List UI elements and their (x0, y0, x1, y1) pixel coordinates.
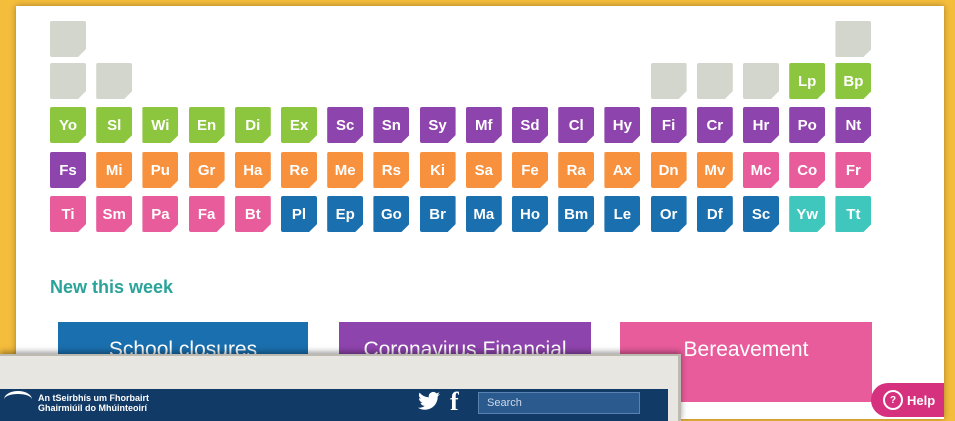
tile-cl[interactable]: Cl (558, 107, 595, 143)
tile-or[interactable]: Or (650, 196, 687, 232)
tile-sl[interactable]: Sl (96, 107, 133, 143)
tile-re[interactable]: Re (281, 152, 317, 188)
tile-lp[interactable]: Lp (789, 63, 826, 99)
facebook-icon[interactable]: f (450, 389, 459, 415)
tile-fe[interactable]: Fe (512, 152, 548, 188)
tile-yw[interactable]: Yw (789, 196, 826, 232)
logo-line-1: An tSeirbhís um Fhorbairt (38, 393, 150, 403)
tile-en[interactable]: En (188, 107, 225, 143)
tile-sn[interactable]: Sn (373, 107, 410, 143)
tile-rs[interactable]: Rs (373, 152, 410, 188)
tile-wi[interactable]: Wi (142, 107, 179, 143)
tile-blank (696, 63, 733, 99)
tile-sm[interactable]: Sm (96, 196, 133, 232)
popup-window: An tSeirbhís um Fhorbairt Ghairmiúil do … (0, 354, 681, 421)
tile-fs[interactable]: Fs (50, 152, 86, 188)
tile-tt[interactable]: Tt (835, 196, 872, 232)
logo-text: An tSeirbhís um Fhorbairt Ghairmiúil do … (38, 393, 149, 413)
tile-mf[interactable]: Mf (465, 107, 502, 143)
tile-pa[interactable]: Pa (142, 196, 179, 232)
tile-sc[interactable]: Sc (743, 196, 779, 232)
tile-pu[interactable]: Pu (142, 152, 179, 188)
tile-ex[interactable]: Ex (281, 107, 317, 143)
help-label: Help (907, 392, 936, 408)
twitter-icon[interactable] (418, 391, 440, 411)
tile-mv[interactable]: Mv (696, 152, 733, 188)
tile-ha[interactable]: Ha (234, 152, 271, 188)
tile-sy[interactable]: Sy (419, 107, 456, 143)
tile-gr[interactable]: Gr (188, 152, 225, 188)
tile-blank (743, 63, 779, 99)
new-this-week-heading: New this week (50, 277, 174, 297)
tile-co[interactable]: Co (789, 152, 826, 188)
tile-cr[interactable]: Cr (696, 107, 733, 143)
site-header-bar: An tSeirbhís um Fhorbairt Ghairmiúil do … (0, 389, 668, 421)
tile-ki[interactable]: Ki (419, 152, 456, 188)
search-input[interactable]: Search (478, 392, 640, 414)
tile-ho[interactable]: Ho (512, 196, 548, 232)
tile-hy[interactable]: Hy (604, 107, 641, 143)
tile-go[interactable]: Go (373, 196, 410, 232)
tile-ma[interactable]: Ma (465, 196, 502, 232)
tile-bm[interactable]: Bm (558, 196, 595, 232)
question-icon: ? (883, 390, 903, 410)
tile-sa[interactable]: Sa (465, 152, 502, 188)
logo-icon (4, 391, 32, 408)
tile-fr[interactable]: Fr (835, 152, 872, 188)
tile-df[interactable]: Df (696, 196, 733, 232)
tile-nt[interactable]: Nt (835, 107, 872, 143)
tile-mi[interactable]: Mi (96, 152, 133, 188)
tile-fi[interactable]: Fi (650, 107, 687, 143)
tile-blank (50, 63, 86, 99)
tile-ti[interactable]: Ti (50, 196, 86, 232)
tile-pl[interactable]: Pl (281, 196, 317, 232)
tile-sc[interactable]: Sc (327, 107, 364, 143)
tile-br[interactable]: Br (419, 196, 456, 232)
tile-blank (50, 21, 86, 57)
tile-me[interactable]: Me (327, 152, 364, 188)
tile-blank (96, 63, 133, 99)
help-button[interactable]: ? Help (871, 383, 944, 417)
tile-fa[interactable]: Fa (188, 196, 225, 232)
tile-di[interactable]: Di (234, 107, 271, 143)
tile-yo[interactable]: Yo (50, 107, 86, 143)
tile-blank (650, 63, 687, 99)
tile-dn[interactable]: Dn (650, 152, 687, 188)
tile-bt[interactable]: Bt (234, 196, 271, 232)
tile-bp[interactable]: Bp (835, 63, 872, 99)
logo-line-2: Ghairmiúil do Mhúinteoirí (38, 403, 147, 413)
tile-po[interactable]: Po (789, 107, 826, 143)
tile-ax[interactable]: Ax (604, 152, 641, 188)
tile-le[interactable]: Le (604, 196, 641, 232)
tile-mc[interactable]: Mc (743, 152, 779, 188)
tile-hr[interactable]: Hr (743, 107, 779, 143)
tile-ep[interactable]: Ep (327, 196, 364, 232)
tile-blank (835, 21, 872, 57)
tile-sd[interactable]: Sd (512, 107, 548, 143)
tile-ra[interactable]: Ra (558, 152, 595, 188)
